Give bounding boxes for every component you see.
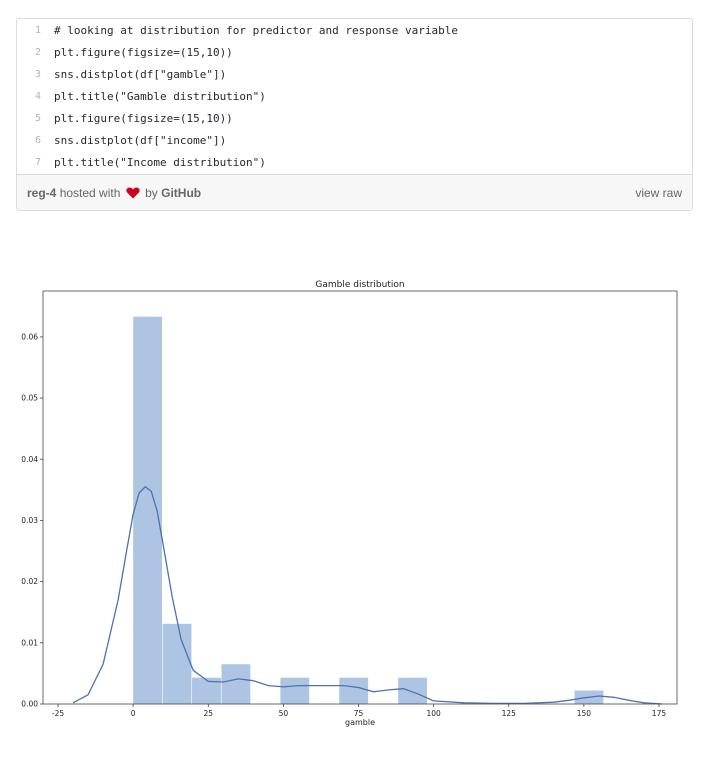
code-line: 3 sns.distplot(df["gamble"]) [17, 66, 692, 87]
code-text: plt.figure(figsize=(15,10)) [54, 46, 233, 59]
line-number[interactable]: 1 [27, 25, 41, 36]
code-line: 7 plt.title("Income distribution") [17, 154, 692, 175]
code-line: 6 sns.distplot(df["income"]) [17, 132, 692, 153]
line-number[interactable]: 3 [27, 69, 41, 80]
histogram-bars [133, 316, 604, 704]
x-tick-label: 150 [577, 709, 592, 718]
line-number[interactable]: 2 [27, 47, 41, 58]
y-tick-label: 0.06 [21, 332, 38, 341]
code-line: 2 plt.figure(figsize=(15,10)) [17, 44, 692, 65]
x-tick-label: 0 [131, 709, 136, 718]
code-line: 4 plt.title("Gamble distribution") [17, 88, 692, 109]
y-tick-label: 0.05 [21, 394, 38, 403]
histogram-bar [221, 664, 251, 704]
histogram-bar [339, 677, 369, 704]
y-tick-label: 0.00 [21, 700, 38, 709]
view-raw-link[interactable]: view raw [635, 186, 682, 200]
x-tick-label: 25 [203, 709, 213, 718]
histogram-bar [133, 316, 162, 704]
gist-file-link[interactable]: reg-4 [27, 186, 56, 200]
code-text: plt.title("Gamble distribution") [54, 90, 266, 103]
gist-embed: 1 # looking at distribution for predicto… [16, 18, 693, 211]
gist-meta: reg-4 hosted with by GitHub [27, 186, 201, 200]
y-tick-label: 0.02 [21, 577, 38, 586]
x-tick-label: -25 [52, 709, 64, 718]
histogram-bar [398, 677, 428, 704]
code-text: plt.figure(figsize=(15,10)) [54, 112, 233, 125]
gist-footer: reg-4 hosted with by GitHub view raw [17, 174, 692, 210]
code-text: sns.distplot(df["income"]) [54, 134, 227, 147]
line-number[interactable]: 5 [27, 113, 41, 124]
y-tick-label: 0.04 [21, 455, 38, 464]
x-axis-label: gamble [345, 718, 375, 727]
by-text: by [145, 186, 158, 200]
y-tick-label: 0.01 [21, 638, 38, 647]
code-line: 1 # looking at distribution for predicto… [17, 22, 692, 43]
line-number[interactable]: 6 [27, 135, 41, 146]
x-axis: -25 0 25 50 75 100 125 150 175 [52, 704, 666, 718]
x-tick-label: 50 [279, 709, 289, 718]
code-line: 5 plt.figure(figsize=(15,10)) [17, 110, 692, 131]
line-number[interactable]: 7 [27, 157, 41, 168]
code-text: plt.title("Income distribution") [54, 156, 266, 169]
github-link[interactable]: GitHub [161, 186, 201, 200]
line-number[interactable]: 4 [27, 91, 41, 102]
histogram-bar [280, 677, 310, 704]
x-tick-label: 100 [426, 709, 441, 718]
gist-code: 1 # looking at distribution for predicto… [17, 19, 692, 175]
gamble-distribution-chart: Gamble distribution -25 0 25 50 75 100 125 150 1… [21, 280, 678, 727]
hosted-with-text: hosted with [59, 186, 121, 200]
x-tick-label: 175 [652, 709, 667, 718]
code-text: sns.distplot(df["gamble"]) [54, 68, 227, 81]
heart-icon [126, 187, 140, 199]
y-axis: 0.00 0.01 0.02 0.03 0.04 0.05 0.06 [21, 332, 43, 709]
chart-title: Gamble distribution [315, 280, 404, 290]
y-tick-label: 0.03 [21, 516, 38, 525]
x-tick-label: 125 [502, 709, 517, 718]
x-tick-label: 75 [354, 709, 364, 718]
code-text: # looking at distribution for predictor … [54, 24, 458, 37]
histogram-bar [162, 623, 192, 704]
